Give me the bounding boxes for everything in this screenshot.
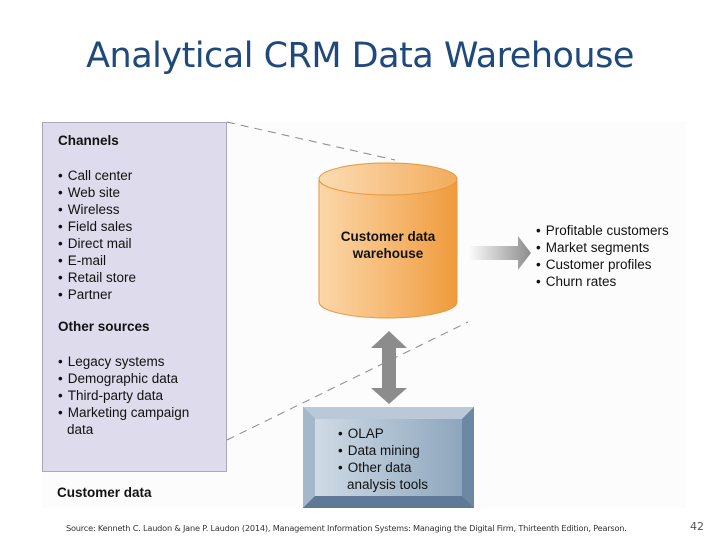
list-item: Partner bbox=[58, 286, 136, 303]
list-item: OLAP bbox=[338, 425, 428, 442]
other-sources-heading: Other sources bbox=[58, 319, 150, 334]
customer-data-label: Customer data bbox=[57, 485, 152, 500]
warehouse-label-line2: warehouse bbox=[352, 246, 424, 261]
channels-heading: Channels bbox=[58, 133, 119, 148]
dashed-connector-top bbox=[226, 121, 396, 161]
page-number: 42 bbox=[690, 520, 704, 533]
list-item: Marketing campaign data bbox=[58, 404, 189, 438]
double-arrow-icon bbox=[371, 331, 407, 404]
list-item: Market segments bbox=[536, 239, 669, 256]
list-item: Legacy systems bbox=[58, 353, 189, 370]
list-item: Churn rates bbox=[536, 273, 669, 290]
list-item: E-mail bbox=[58, 252, 136, 269]
channels-list: Call center Web site Wireless Field sale… bbox=[58, 167, 136, 303]
list-item-text: Marketing campaign bbox=[67, 405, 190, 420]
list-item: Customer profiles bbox=[536, 256, 669, 273]
list-item: Web site bbox=[58, 184, 136, 201]
list-item: Other data analysis tools bbox=[338, 459, 428, 493]
list-item: Direct mail bbox=[58, 235, 136, 252]
list-item-text: Other data bbox=[347, 460, 412, 475]
tools-list: OLAP Data mining Other data analysis tool… bbox=[338, 425, 428, 493]
list-item: Wireless bbox=[58, 201, 136, 218]
list-item: Call center bbox=[58, 167, 136, 184]
warehouse-label-line1: Customer data bbox=[340, 229, 436, 244]
list-item: Retail store bbox=[58, 269, 136, 286]
list-item: Demographic data bbox=[58, 370, 189, 387]
data-sources-box: Channels Call center Web site Wireless F… bbox=[42, 122, 227, 472]
list-item: Data mining bbox=[338, 442, 428, 459]
right-arrow-icon bbox=[467, 236, 531, 270]
source-citation: Source: Kenneth C. Laudon & Jane P. Laud… bbox=[66, 523, 627, 533]
other-sources-list: Legacy systems Demographic data Third-pa… bbox=[58, 353, 189, 438]
list-item: Field sales bbox=[58, 218, 136, 235]
warehouse-label: Customer data warehouse bbox=[318, 228, 458, 262]
outputs-list: Profitable customers Market segments Cus… bbox=[536, 222, 669, 290]
list-item-continuation: data bbox=[67, 422, 94, 437]
list-item: Third-party data bbox=[58, 387, 189, 404]
list-item: Profitable customers bbox=[536, 222, 669, 239]
list-item-continuation: analysis tools bbox=[347, 477, 429, 492]
